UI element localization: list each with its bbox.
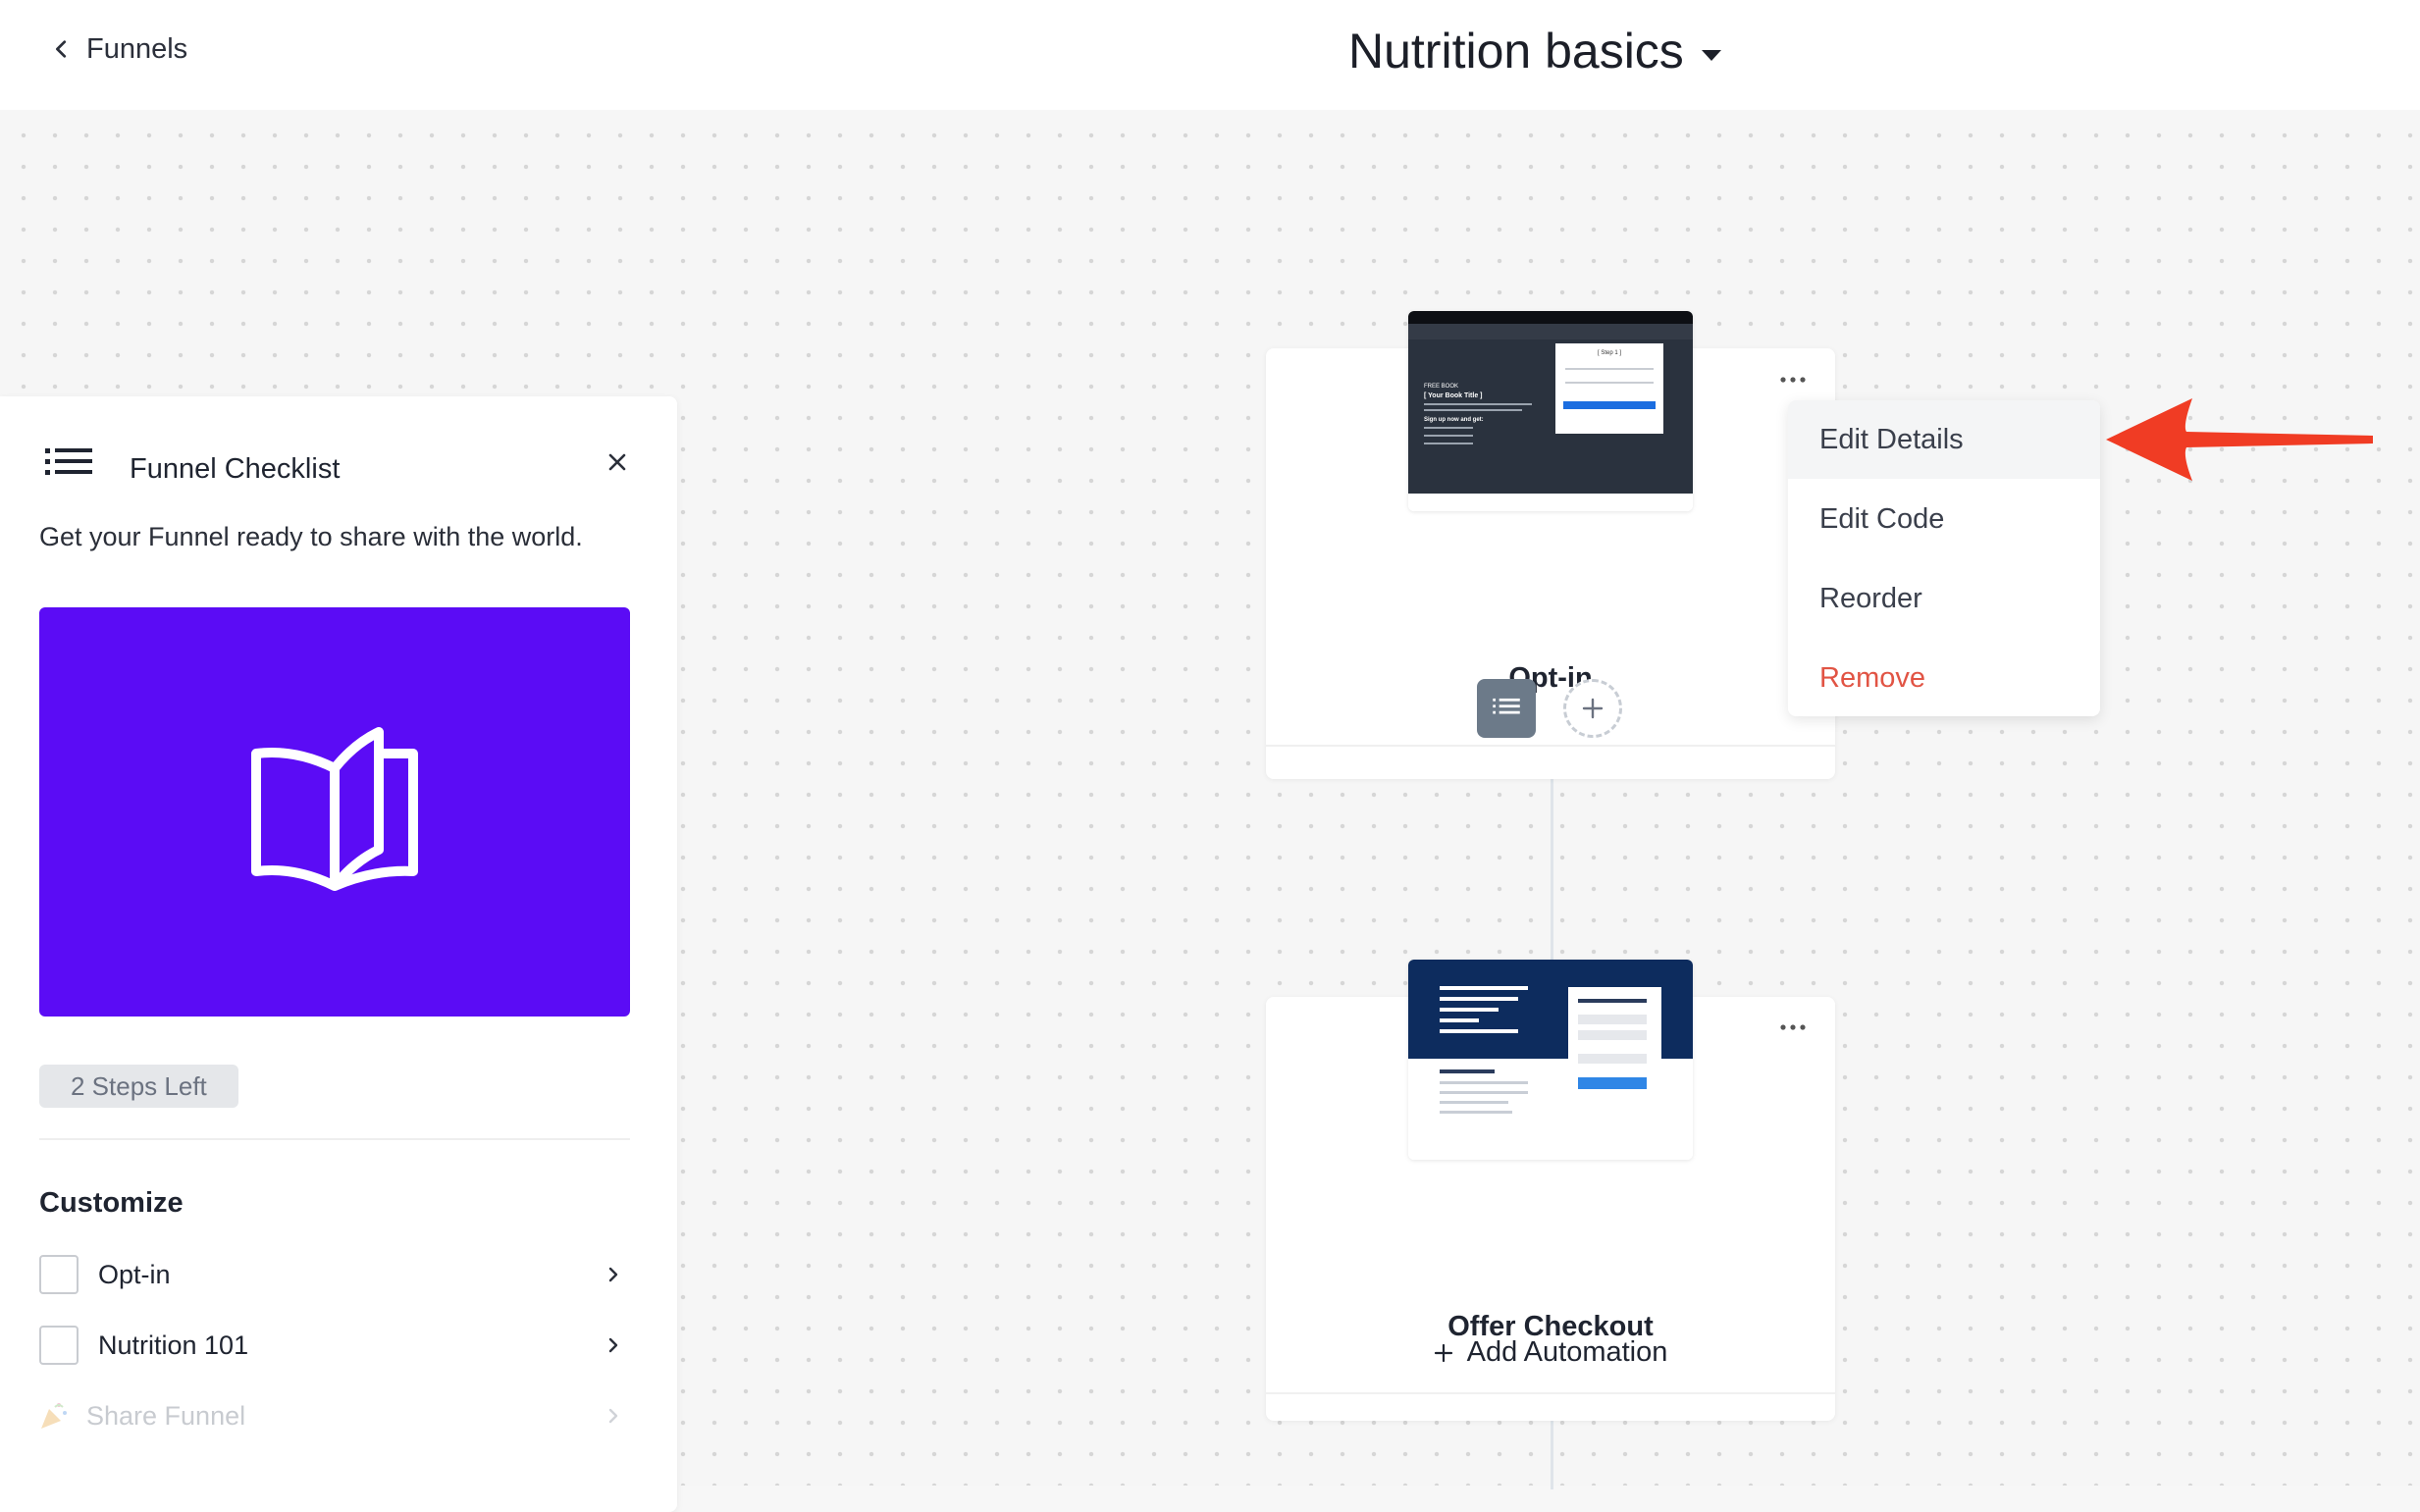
- funnel-canvas[interactable]: Funnel Checklist Get your Funnel ready t…: [0, 110, 2420, 1512]
- step-context-menu: Edit Details Edit Code Reorder Remove: [1788, 400, 2100, 716]
- checklist-item-label: Share Funnel: [86, 1400, 246, 1431]
- checklist-item-opt-in[interactable]: Opt-in: [39, 1253, 630, 1296]
- annotation-arrow-icon: [2106, 398, 2373, 481]
- checkbox[interactable]: [39, 1255, 79, 1294]
- open-book-icon: [251, 726, 418, 891]
- checklist-item-nutrition-101[interactable]: Nutrition 101: [39, 1324, 630, 1367]
- customize-section-title: Customize: [39, 1187, 184, 1219]
- chevron-right-icon: [608, 1408, 618, 1424]
- top-bar: Funnels Nutrition basics: [0, 0, 2420, 110]
- step-name: Opt-in: [1508, 662, 1593, 694]
- thumbnail-top-text: FREE BOOK: [1424, 384, 1458, 390]
- checklist-item-label: Nutrition 101: [98, 1330, 249, 1360]
- opt-in-page-thumbnail[interactable]: [ Step 1 ] FREE BOOK [ Your Book Title ]…: [1408, 311, 1693, 511]
- menu-item-edit-code[interactable]: Edit Code: [1788, 480, 2100, 558]
- party-popper-icon: [41, 1403, 67, 1429]
- divider: [1266, 1392, 1835, 1394]
- thumbnail-headline: [ Your Book Title ]: [1424, 392, 1483, 399]
- add-automation-button[interactable]: Add Automation: [1266, 1336, 1835, 1369]
- plus-icon: [1434, 1343, 1452, 1362]
- node-connector: [1551, 1421, 1553, 1489]
- menu-item-remove[interactable]: Remove: [1788, 639, 2100, 717]
- add-step-button[interactable]: [1563, 679, 1622, 738]
- plus-icon: [1582, 698, 1604, 719]
- checkbox[interactable]: [39, 1326, 79, 1365]
- list-icon: [1493, 698, 1520, 714]
- list-icon: [45, 448, 92, 475]
- checklist-item-share-funnel: Share Funnel: [39, 1394, 630, 1437]
- caret-down-icon: [1701, 49, 1721, 61]
- divider: [39, 1138, 630, 1140]
- checklist-title: Funnel Checklist: [130, 453, 341, 485]
- funnel-title-dropdown[interactable]: Nutrition basics: [1348, 20, 1721, 82]
- page-preview-image: [ Step 1 ] FREE BOOK [ Your Book Title ]…: [1408, 311, 1693, 511]
- checklist-item-label: Opt-in: [98, 1259, 171, 1289]
- funnel-checklist-panel: Funnel Checklist Get your Funnel ready t…: [0, 396, 677, 1512]
- checklist-hero-image: [39, 607, 630, 1017]
- page-title: Nutrition basics: [1348, 24, 1684, 78]
- chevron-left-icon: [56, 40, 67, 58]
- back-to-funnels-link[interactable]: Funnels: [51, 29, 187, 69]
- more-options-icon[interactable]: [1778, 375, 1808, 385]
- chevron-right-icon: [608, 1267, 618, 1282]
- offer-checkout-page-thumbnail[interactable]: [1408, 960, 1693, 1160]
- steps-left-badge: 2 Steps Left: [39, 1065, 238, 1108]
- menu-item-reorder[interactable]: Reorder: [1788, 559, 2100, 638]
- back-label: Funnels: [86, 32, 188, 65]
- checklist-subtitle: Get your Funnel ready to share with the …: [39, 522, 583, 551]
- close-icon[interactable]: [601, 445, 634, 479]
- page-preview-image: [1408, 960, 1693, 1160]
- add-automation-label: Add Automation: [1466, 1336, 1668, 1368]
- thumbnail-cta: Sign up now and get:: [1424, 417, 1484, 423]
- menu-item-edit-details[interactable]: Edit Details: [1788, 400, 2100, 479]
- chevron-right-icon: [608, 1337, 618, 1353]
- thumbnail-form-title: [ Step 1 ]: [1598, 350, 1621, 356]
- divider: [1266, 745, 1835, 747]
- checklist-step-button[interactable]: [1477, 679, 1536, 738]
- more-options-icon[interactable]: [1778, 1022, 1808, 1032]
